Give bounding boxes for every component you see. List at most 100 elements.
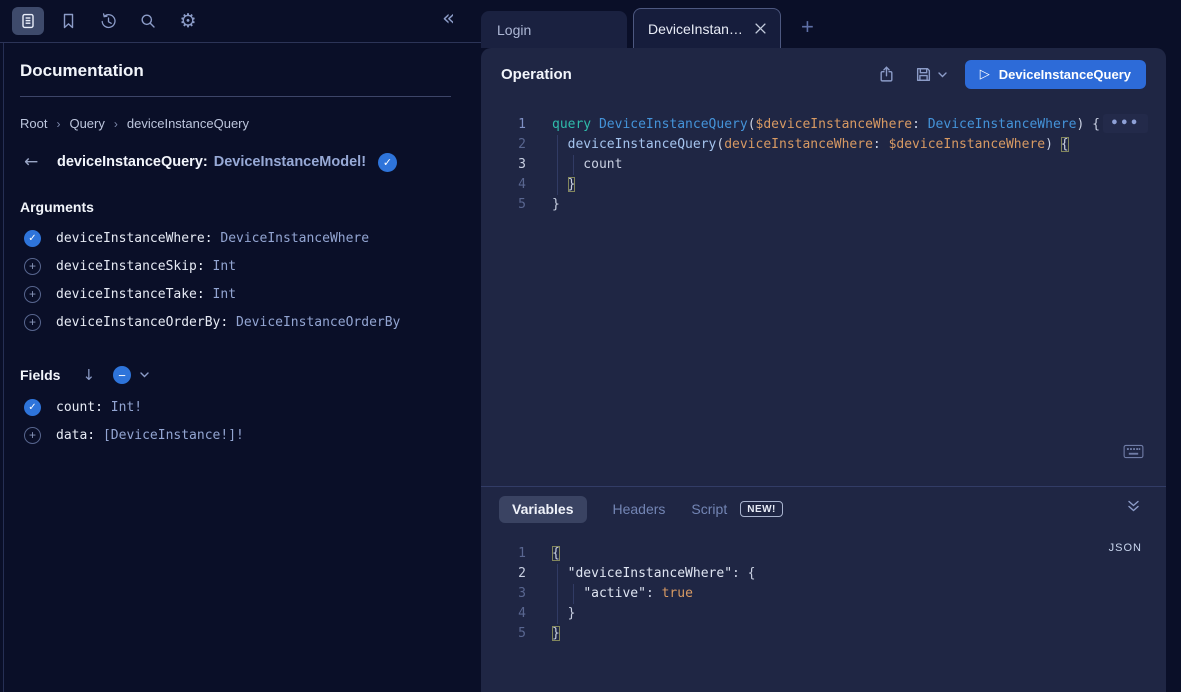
selected-checked-icon[interactable]: ✓	[378, 153, 397, 172]
run-button-label: DeviceInstanceQuery	[999, 67, 1131, 82]
back-arrow-icon[interactable]: ←	[24, 152, 48, 172]
tab-headers[interactable]: Headers	[613, 501, 666, 517]
fields-heading: Fields ↓ −	[20, 366, 481, 384]
fields-tools: ↓ −	[60, 366, 149, 384]
selected-field-row[interactable]: ← deviceInstanceQuery: DeviceInstanceMod…	[0, 152, 481, 172]
code-line[interactable]: 5}	[481, 195, 1166, 215]
tab-inactive[interactable]: Login	[481, 11, 627, 48]
save-icon[interactable]	[915, 66, 932, 83]
keyboard-shortcuts-icon[interactable]	[1123, 444, 1144, 459]
line-number: 1	[481, 115, 526, 135]
doc-row-label: deviceInstanceOrderBy: DeviceInstanceOrd…	[56, 315, 400, 330]
add-icon[interactable]: +	[24, 286, 41, 303]
tab-script[interactable]: Script	[691, 501, 727, 517]
add-icon[interactable]: +	[24, 314, 41, 331]
breadcrumb-item[interactable]: Root	[20, 116, 47, 131]
line-number: 2	[481, 135, 526, 155]
new-badge: NEW!	[740, 501, 783, 517]
doc-row-name: deviceInstanceSkip:	[56, 259, 213, 274]
doc-row-name: deviceInstanceWhere:	[56, 231, 220, 246]
doc-row[interactable]: +data: [DeviceInstance!]!	[0, 421, 481, 449]
line-number: 4	[481, 175, 526, 195]
line-number: 3	[481, 155, 526, 175]
line-number: 4	[481, 604, 526, 624]
doc-row-name: deviceInstanceOrderBy:	[56, 315, 236, 330]
code-line[interactable]: 2 deviceInstanceQuery(deviceInstanceWher…	[481, 135, 1166, 155]
collapse-sidebar-icon[interactable]: «	[442, 8, 455, 29]
doc-row[interactable]: ✓ count: Int!	[0, 393, 481, 421]
breadcrumb: Root › Query › deviceInstanceQuery	[20, 116, 461, 131]
history-icon[interactable]	[92, 7, 124, 35]
line-number: 3	[481, 584, 526, 604]
fields-title: Fields	[20, 367, 60, 383]
doc-row[interactable]: + deviceInstanceOrderBy: DeviceInstanceOr…	[0, 308, 481, 336]
new-tab-button[interactable]: +	[801, 16, 814, 38]
operation-section: Operation ▷ DeviceInstanc	[481, 48, 1166, 486]
doc-row-type: Int	[213, 259, 236, 274]
line-number: 5	[481, 624, 526, 644]
line-content: }	[552, 175, 575, 195]
checked-icon[interactable]: ✓	[24, 230, 41, 247]
tab-label: Login	[497, 22, 531, 38]
code-line[interactable]: 2 "deviceInstanceWhere": {	[481, 564, 1166, 584]
save-menu-chevron-icon[interactable]	[938, 72, 947, 78]
breadcrumb-separator: ›	[56, 117, 60, 131]
code-line[interactable]: 5}	[481, 624, 1166, 644]
code-line[interactable]: 4 }	[481, 175, 1166, 195]
app-window: ⚙ « Documentation Root›Query›deviceInsta…	[0, 0, 1181, 692]
code-line[interactable]: 4 }	[481, 604, 1166, 624]
bookmark-icon[interactable]	[52, 7, 84, 35]
doc-row-name: deviceInstanceTake:	[56, 287, 213, 302]
breadcrumb-item[interactable]: Query	[69, 116, 104, 131]
line-content: count	[552, 155, 622, 175]
query-editor[interactable]: ••• 1query DeviceInstanceQuery($deviceIn…	[481, 101, 1166, 486]
doc-row-label: deviceInstanceWhere: DeviceInstanceWhere	[56, 231, 369, 246]
line-content: {	[552, 544, 560, 564]
add-icon[interactable]: +	[24, 427, 41, 444]
run-query-button[interactable]: ▷ DeviceInstanceQuery	[965, 60, 1146, 89]
selected-field-name: deviceInstanceQuery:	[57, 154, 208, 170]
gear-glyph: ⚙	[179, 12, 196, 31]
chevron-down-icon[interactable]	[140, 372, 149, 378]
breadcrumb-separator: ›	[114, 117, 118, 131]
tab-active[interactable]: DeviceInstan…	[633, 8, 781, 48]
doc-row-type: DeviceInstanceWhere	[220, 231, 369, 246]
tab-strip: Login DeviceInstan…	[481, 8, 787, 48]
variables-tab-bar: Variables Headers Script NEW!	[481, 487, 1166, 531]
deselect-all-icon[interactable]: −	[113, 366, 131, 384]
editor-menu-button[interactable]: •••	[1103, 114, 1148, 133]
close-tab-icon[interactable]	[755, 23, 766, 34]
arguments-list: ✓ deviceInstanceWhere: DeviceInstanceWher…	[0, 224, 481, 336]
doc-row[interactable]: + deviceInstanceSkip: Int	[0, 252, 481, 280]
checked-icon[interactable]: ✓	[24, 399, 41, 416]
variables-section: Variables Headers Script NEW! JSON 1{2 "…	[481, 487, 1166, 692]
doc-row-name: count:	[56, 400, 111, 415]
code-line[interactable]: 3 "active": true	[481, 584, 1166, 604]
doc-row[interactable]: ✓ deviceInstanceWhere: DeviceInstanceWher…	[0, 224, 481, 252]
docs-icon[interactable]	[12, 7, 44, 35]
play-icon: ▷	[980, 67, 990, 82]
documentation-content: Documentation Root›Query›deviceInstanceQ…	[0, 43, 481, 692]
gear-icon[interactable]: ⚙	[172, 7, 204, 35]
collapse-variables-icon[interactable]	[1127, 500, 1140, 512]
doc-row-label: count: Int!	[56, 400, 142, 415]
doc-row-name: data:	[56, 428, 103, 443]
code-line[interactable]: 1query DeviceInstanceQuery($deviceInstan…	[481, 115, 1166, 135]
sort-icon[interactable]: ↓	[82, 366, 95, 384]
workspace: LoginDeviceInstan… + Operation	[481, 0, 1181, 692]
line-number: 2	[481, 564, 526, 584]
search-icon[interactable]	[132, 7, 164, 35]
line-content: }	[552, 604, 575, 624]
breadcrumb-item[interactable]: deviceInstanceQuery	[127, 116, 249, 131]
share-icon[interactable]	[878, 66, 895, 83]
doc-row-type: DeviceInstanceOrderBy	[236, 315, 400, 330]
operation-card: Operation ▷ DeviceInstanc	[481, 48, 1166, 692]
tab-variables[interactable]: Variables	[499, 496, 587, 523]
doc-row[interactable]: +deviceInstanceTake: Int	[0, 280, 481, 308]
add-icon[interactable]: +	[24, 258, 41, 275]
variables-editor[interactable]: JSON 1{2 "deviceInstanceWhere": {3 "acti…	[481, 531, 1166, 692]
code-line[interactable]: 3 count	[481, 155, 1166, 175]
fields-list: ✓count: Int!+data: [DeviceInstance!]!	[0, 393, 481, 449]
code-line[interactable]: 1{	[481, 544, 1166, 564]
sidebar-icon-bar: ⚙ «	[0, 0, 481, 43]
